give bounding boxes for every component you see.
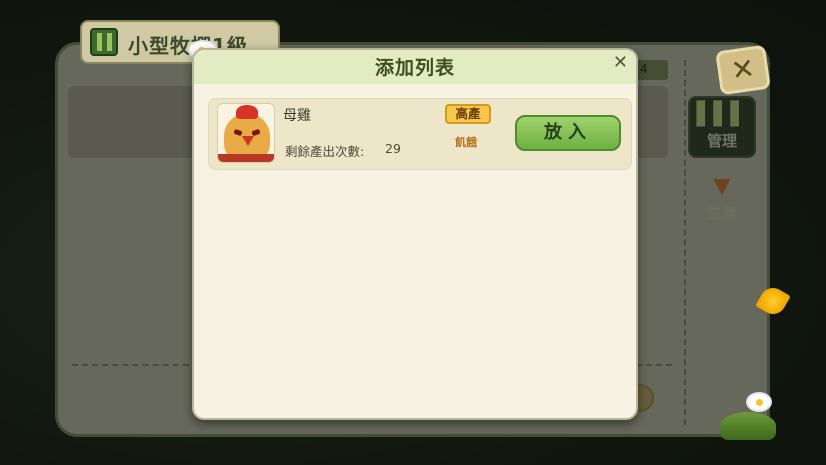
modal-title: 添加列表 [374, 57, 455, 79]
grass-decoration [720, 412, 776, 440]
modal-header: 添加列表 ✕ [194, 50, 636, 84]
remaining-label: 剩餘產出次數: [285, 144, 365, 159]
hen-avatar [217, 103, 275, 163]
put-in-button[interactable]: 放入 [515, 115, 621, 151]
remaining-value: 29 [385, 141, 401, 156]
beak [242, 136, 254, 146]
flower-icon [746, 392, 772, 412]
close-button[interactable]: ✕ [715, 44, 771, 96]
add-list-modal: 添加列表 ✕ 母雞 剩餘產出次數: 29 高產 飢餓 放入 [192, 48, 638, 420]
item-name: 母雞 [283, 108, 311, 124]
list-item: 母雞 剩餘產出次數: 29 高產 飢餓 放入 [208, 98, 632, 170]
hen-body [218, 154, 274, 162]
hungry-status: 飢餓 [455, 136, 477, 149]
fence-icon [90, 28, 118, 56]
close-icon[interactable]: ✕ [613, 52, 628, 73]
high-yield-badge: 高產 [445, 104, 491, 124]
comb [236, 105, 258, 119]
